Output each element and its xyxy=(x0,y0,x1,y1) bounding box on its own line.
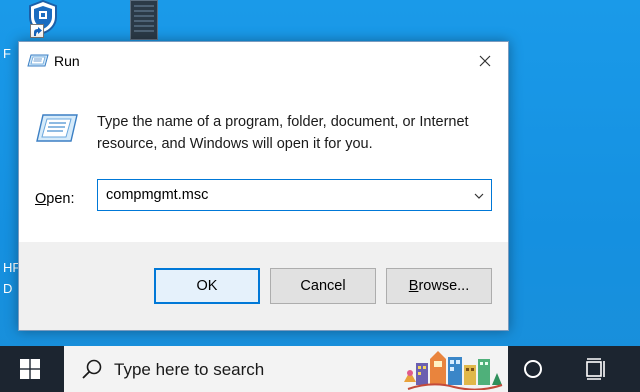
open-input-value[interactable]: compmgmt.msc xyxy=(106,187,208,203)
dialog-description: Type the name of a program, folder, docu… xyxy=(97,114,469,152)
browse-label-text: rowse... xyxy=(418,278,470,294)
run-icon xyxy=(27,53,49,68)
run-dialog: Run Type the name of a program, folder, … xyxy=(18,41,509,331)
close-icon xyxy=(479,55,491,66)
start-button[interactable] xyxy=(0,346,60,392)
windows-logo-icon xyxy=(20,359,40,379)
open-combobox[interactable]: compmgmt.msc xyxy=(97,179,492,211)
desktop-icon-label-partial: F xyxy=(3,46,11,61)
search-placeholder: Type here to search xyxy=(114,360,265,379)
desktop-icon-label-partial: D xyxy=(3,281,13,296)
cortana-circle-icon[interactable] xyxy=(522,358,544,380)
close-button[interactable] xyxy=(462,42,508,79)
ok-button[interactable]: OK xyxy=(154,268,260,304)
browse-button-label: Browse... xyxy=(409,278,469,294)
browse-access-key: B xyxy=(408,278,419,294)
dialog-title: Run xyxy=(54,53,80,69)
cancel-button[interactable]: Cancel xyxy=(270,268,376,304)
run-program-icon xyxy=(35,112,79,144)
taskbar-search-box[interactable]: Type here to search xyxy=(64,346,508,392)
task-view-icon[interactable] xyxy=(585,358,609,380)
ok-button-label: OK xyxy=(196,278,218,294)
shortcut-arrow-icon xyxy=(30,24,44,38)
desktop-app-icon[interactable] xyxy=(130,0,158,40)
search-icon xyxy=(81,358,103,380)
search-highlight-illustration-icon xyxy=(402,349,504,391)
dialog-content: Type the name of a program, folder, docu… xyxy=(19,79,508,242)
browse-button[interactable]: Browse... xyxy=(386,268,492,304)
chevron-down-icon[interactable] xyxy=(473,189,485,201)
title-bar[interactable]: Run xyxy=(19,42,508,79)
open-label-access-key: O xyxy=(35,191,47,207)
cancel-button-label: Cancel xyxy=(300,278,346,294)
open-label: Open: xyxy=(35,191,75,207)
open-label-text: pen: xyxy=(46,191,75,207)
taskbar: Type here to search xyxy=(0,346,640,392)
